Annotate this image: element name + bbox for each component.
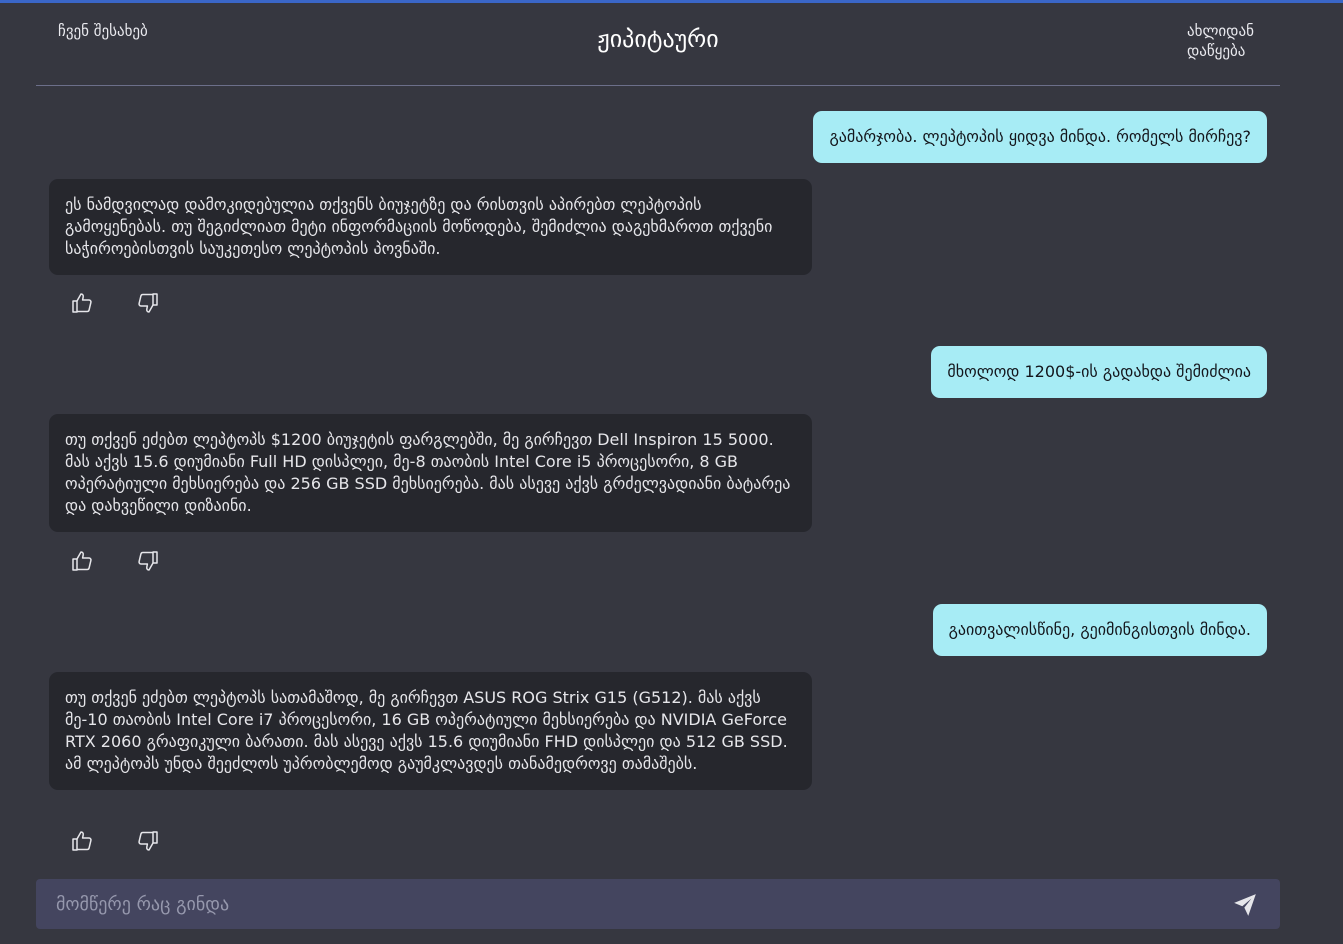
thumbs-up-icon[interactable] — [70, 829, 94, 853]
assistant-message: თუ თქვენ ეძებთ ლეპტოპს $1200 ბიუჯეტის ფა… — [49, 414, 812, 532]
user-message: გამარჯობა. ლეპტოპის ყიდვა მინდა. რომელს … — [813, 111, 1267, 163]
user-message: მხოლოდ 1200$-ის გადახდა შემიძლია — [931, 346, 1267, 398]
thumbs-down-icon[interactable] — [136, 549, 160, 573]
app-header: ჩვენ შესახებ ჟიპიტაური ახლიდან დაწყება — [36, 3, 1280, 86]
user-message: გაითვალისწინე, გეიმინგისთვის მინდა. — [932, 604, 1267, 656]
assistant-message: თუ თქვენ ეძებთ ლეპტოპს სათამაშოდ, მე გირ… — [49, 672, 812, 790]
app-title: ჟიპიტაური — [597, 25, 719, 53]
thumbs-down-icon[interactable] — [136, 291, 160, 315]
about-us-link[interactable]: ჩვენ შესახებ — [58, 21, 148, 41]
thumbs-up-icon[interactable] — [70, 549, 94, 573]
send-icon[interactable] — [1232, 892, 1258, 918]
thumbs-down-icon[interactable] — [136, 829, 160, 853]
message-input[interactable] — [36, 879, 1216, 929]
restart-chat-button[interactable]: ახლიდან დაწყება — [1187, 21, 1267, 61]
message-composer — [36, 879, 1280, 929]
thumbs-up-icon[interactable] — [70, 291, 94, 315]
assistant-message: ეს ნამდვილად დამოკიდებულია თქვენს ბიუჯეტ… — [49, 179, 812, 275]
